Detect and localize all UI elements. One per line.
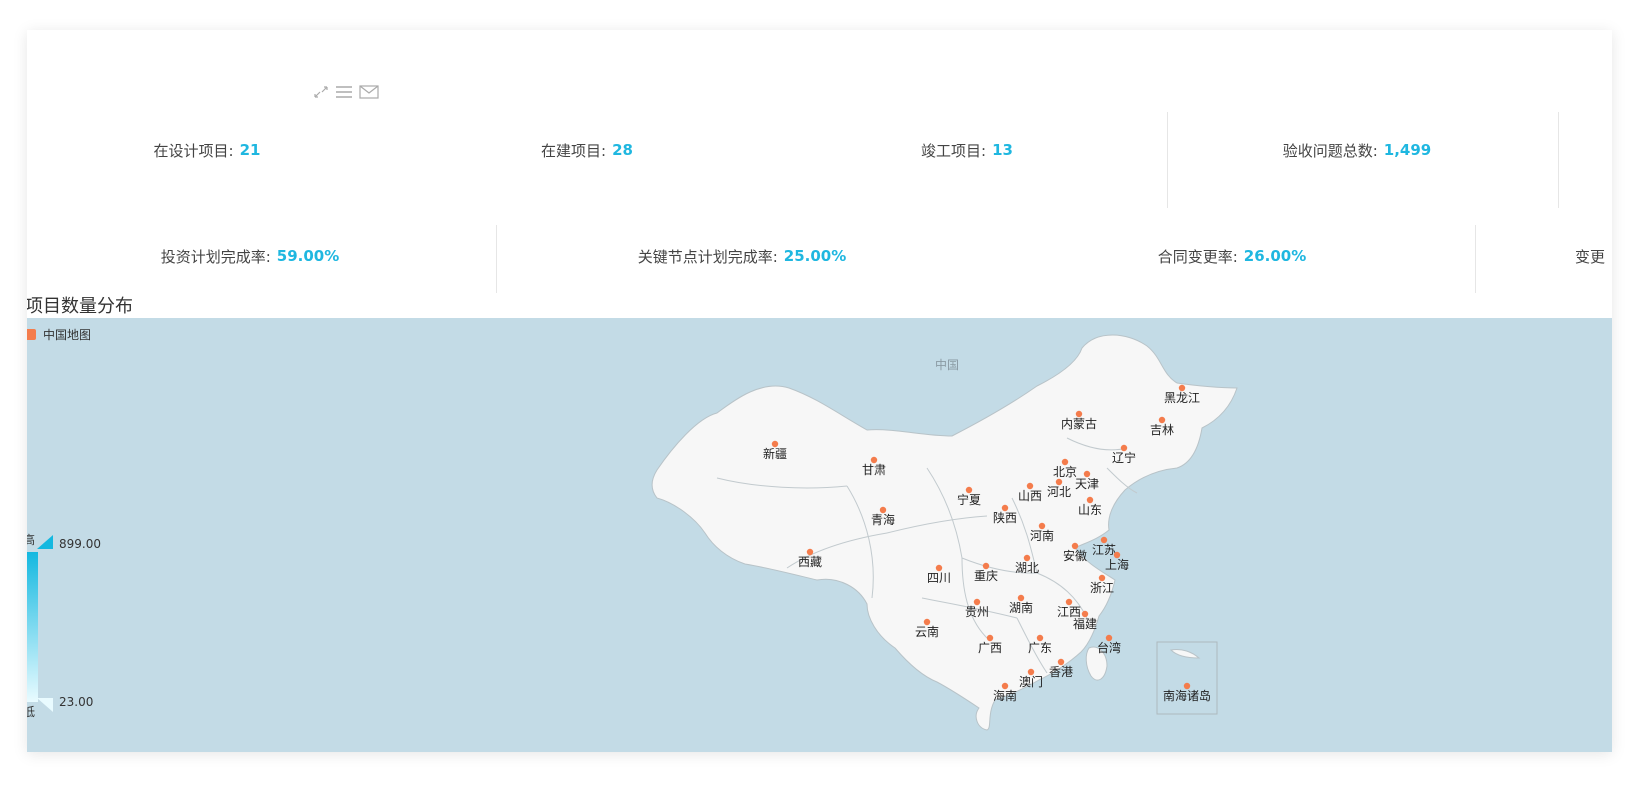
- province-label[interactable]: 南海诸岛: [1163, 688, 1211, 703]
- province-label[interactable]: 澳门: [1019, 674, 1043, 689]
- stat-label: 投资计划完成率:: [160, 247, 271, 266]
- visualmap-low-text: 低: [27, 705, 36, 719]
- map-title: 中国: [935, 358, 960, 372]
- province-label[interactable]: 云南: [915, 624, 939, 639]
- divider: [1167, 112, 1168, 208]
- stat-label: 变更: [1575, 247, 1606, 266]
- stat-label: 在建项目:: [541, 141, 607, 160]
- stat-designing: 在设计项目: 21: [27, 86, 387, 214]
- stat-label: 验收问题总数:: [1282, 141, 1378, 160]
- province-label[interactable]: 海南: [993, 688, 1017, 703]
- visualmap-high-text: 高: [27, 533, 36, 547]
- province-label[interactable]: 天津: [1075, 477, 1099, 491]
- visualmap-min-label: 23.00: [59, 695, 94, 709]
- stat-completed: 竣工项目: 13: [787, 86, 1147, 214]
- province-label[interactable]: 新疆: [763, 446, 787, 461]
- stat-change-truncated: 变更: [1575, 203, 1612, 309]
- stat-milestone-rate: 关键节点计划完成率: 25.00%: [517, 203, 967, 309]
- china-land: [651, 334, 1238, 731]
- china-map-panel: 黑龙江吉林 辽宁 内蒙古北京 天津 河北 山西山东 新疆甘肃宁夏 陕西 青海西藏 河南江苏 安徽上海…: [27, 318, 1612, 752]
- stat-label: 关键节点计划完成率:: [637, 247, 778, 266]
- province-label[interactable]: 西藏: [798, 555, 822, 569]
- province-label[interactable]: 香港: [1049, 665, 1073, 679]
- province-label[interactable]: 湖北: [1015, 560, 1039, 575]
- stat-value: 26.00%: [1243, 247, 1307, 265]
- province-label[interactable]: 安徽: [1063, 548, 1087, 563]
- province-label[interactable]: 宁夏: [957, 492, 981, 507]
- province-label[interactable]: 广西: [978, 641, 1002, 655]
- stats-row-1: 在设计项目: 21 在建项目: 28 竣工项目: 13 验收问题总数: 1,499: [27, 86, 1612, 214]
- visualmap-bar[interactable]: [27, 552, 38, 702]
- stat-label: 合同变更率:: [1157, 247, 1238, 266]
- stat-label: 竣工项目:: [921, 141, 987, 160]
- section-title: 项目数量分布: [27, 296, 133, 317]
- stat-value: 25.00%: [783, 247, 847, 265]
- province-label[interactable]: 黑龙江: [1164, 391, 1200, 405]
- visualmap-high-handle[interactable]: [37, 535, 53, 549]
- divider: [496, 225, 497, 293]
- divider: [1475, 225, 1476, 293]
- visualmap-low-handle[interactable]: [37, 698, 53, 712]
- province-label[interactable]: 湖南: [1009, 600, 1033, 615]
- province-label[interactable]: 福建: [1073, 616, 1097, 631]
- province-label[interactable]: 河北: [1047, 485, 1071, 499]
- stat-value: 1,499: [1383, 141, 1432, 159]
- province-label[interactable]: 陕西: [993, 510, 1017, 525]
- province-label[interactable]: 山西: [1018, 489, 1042, 503]
- province-label[interactable]: 上海: [1105, 557, 1129, 572]
- map-legend[interactable]: 中国地图: [27, 326, 91, 343]
- province-label[interactable]: 四川: [927, 571, 951, 585]
- stat-building: 在建项目: 28: [407, 86, 767, 214]
- dashboard-card: 在设计项目: 21 在建项目: 28 竣工项目: 13 验收问题总数: 1,499 投资…: [27, 30, 1612, 752]
- province-label[interactable]: 河南: [1030, 528, 1054, 543]
- province-label[interactable]: 辽宁: [1112, 450, 1136, 465]
- visualmap-max-label: 899.00: [59, 537, 101, 551]
- stat-label: 在设计项目:: [153, 141, 234, 160]
- province-label[interactable]: 江苏: [1092, 543, 1116, 557]
- stat-value: 28: [612, 141, 633, 159]
- province-label[interactable]: 北京: [1053, 465, 1077, 479]
- province-label[interactable]: 内蒙古: [1061, 416, 1097, 431]
- stat-acceptance-issues: 验收问题总数: 1,499: [1172, 86, 1542, 214]
- province-label[interactable]: 重庆: [974, 569, 998, 583]
- province-label[interactable]: 浙江: [1090, 581, 1114, 595]
- stats-row-2: 投资计划完成率: 59.00% 关键节点计划完成率: 25.00% 合同变更率: 26…: [27, 203, 1612, 309]
- province-label[interactable]: 山东: [1078, 503, 1102, 517]
- legend-swatch: [27, 329, 36, 340]
- province-label[interactable]: 甘肃: [862, 463, 886, 477]
- province-label[interactable]: 青海: [871, 512, 895, 527]
- province-label[interactable]: 台湾: [1097, 640, 1121, 655]
- province-label[interactable]: 贵州: [965, 605, 989, 619]
- divider: [1558, 112, 1559, 208]
- province-label[interactable]: 吉林: [1150, 423, 1174, 437]
- stat-value: 13: [992, 141, 1013, 159]
- legend-label: 中国地图: [43, 328, 92, 342]
- stat-value: 59.00%: [276, 247, 340, 265]
- china-map: 黑龙江吉林辽宁 内蒙古北京天津河北山西山东 新疆甘肃宁夏陕西 青海西藏 河南江苏安徽上海…: [651, 334, 1238, 731]
- stat-value: 21: [239, 141, 261, 159]
- stat-contract-change-rate: 合同变更率: 26.00%: [1007, 203, 1457, 309]
- province-label[interactable]: 广东: [1028, 641, 1052, 655]
